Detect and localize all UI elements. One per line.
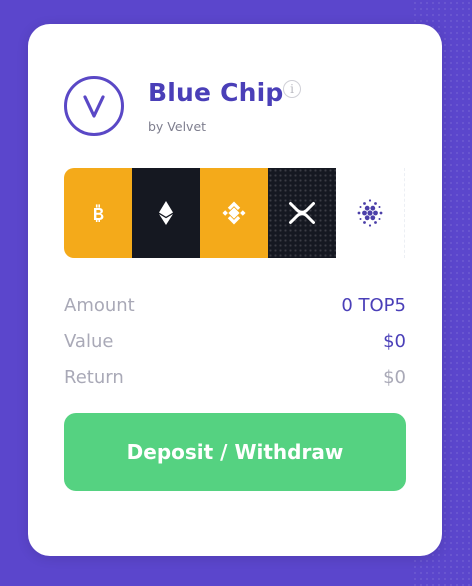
portfolio-card: Blue Chip i by Velvet Amount 0 TOP5 Valu… <box>28 24 442 556</box>
velvet-logo <box>64 76 124 136</box>
binance-icon <box>222 201 246 225</box>
amount-value: 0 TOP5 <box>341 294 406 316</box>
return-value: $0 <box>383 366 406 388</box>
v-logo-icon <box>83 95 105 118</box>
token-tile-cardano <box>336 168 405 258</box>
token-tile-bitcoin <box>64 168 132 258</box>
return-row: Return $0 <box>64 365 406 389</box>
ethereum-icon <box>159 201 173 225</box>
value-label: Value <box>64 330 114 352</box>
info-icon[interactable]: i <box>283 80 301 98</box>
cardano-icon <box>357 199 383 227</box>
value-value: $0 <box>383 330 406 352</box>
deposit-withdraw-label: Deposit / Withdraw <box>126 440 344 464</box>
token-tile-binance <box>200 168 268 258</box>
deposit-withdraw-button[interactable]: Deposit / Withdraw <box>64 413 406 491</box>
card-subtitle: by Velvet <box>148 119 207 134</box>
xrp-icon <box>289 202 315 224</box>
return-label: Return <box>64 366 124 388</box>
token-tile-xrp <box>268 168 336 258</box>
bitcoin-icon <box>94 204 104 222</box>
token-tiles <box>64 168 406 258</box>
token-tile-ethereum <box>132 168 200 258</box>
card-title: Blue Chip <box>148 78 284 107</box>
amount-row: Amount 0 TOP5 <box>64 293 406 317</box>
value-row: Value $0 <box>64 329 406 353</box>
amount-label: Amount <box>64 294 135 316</box>
